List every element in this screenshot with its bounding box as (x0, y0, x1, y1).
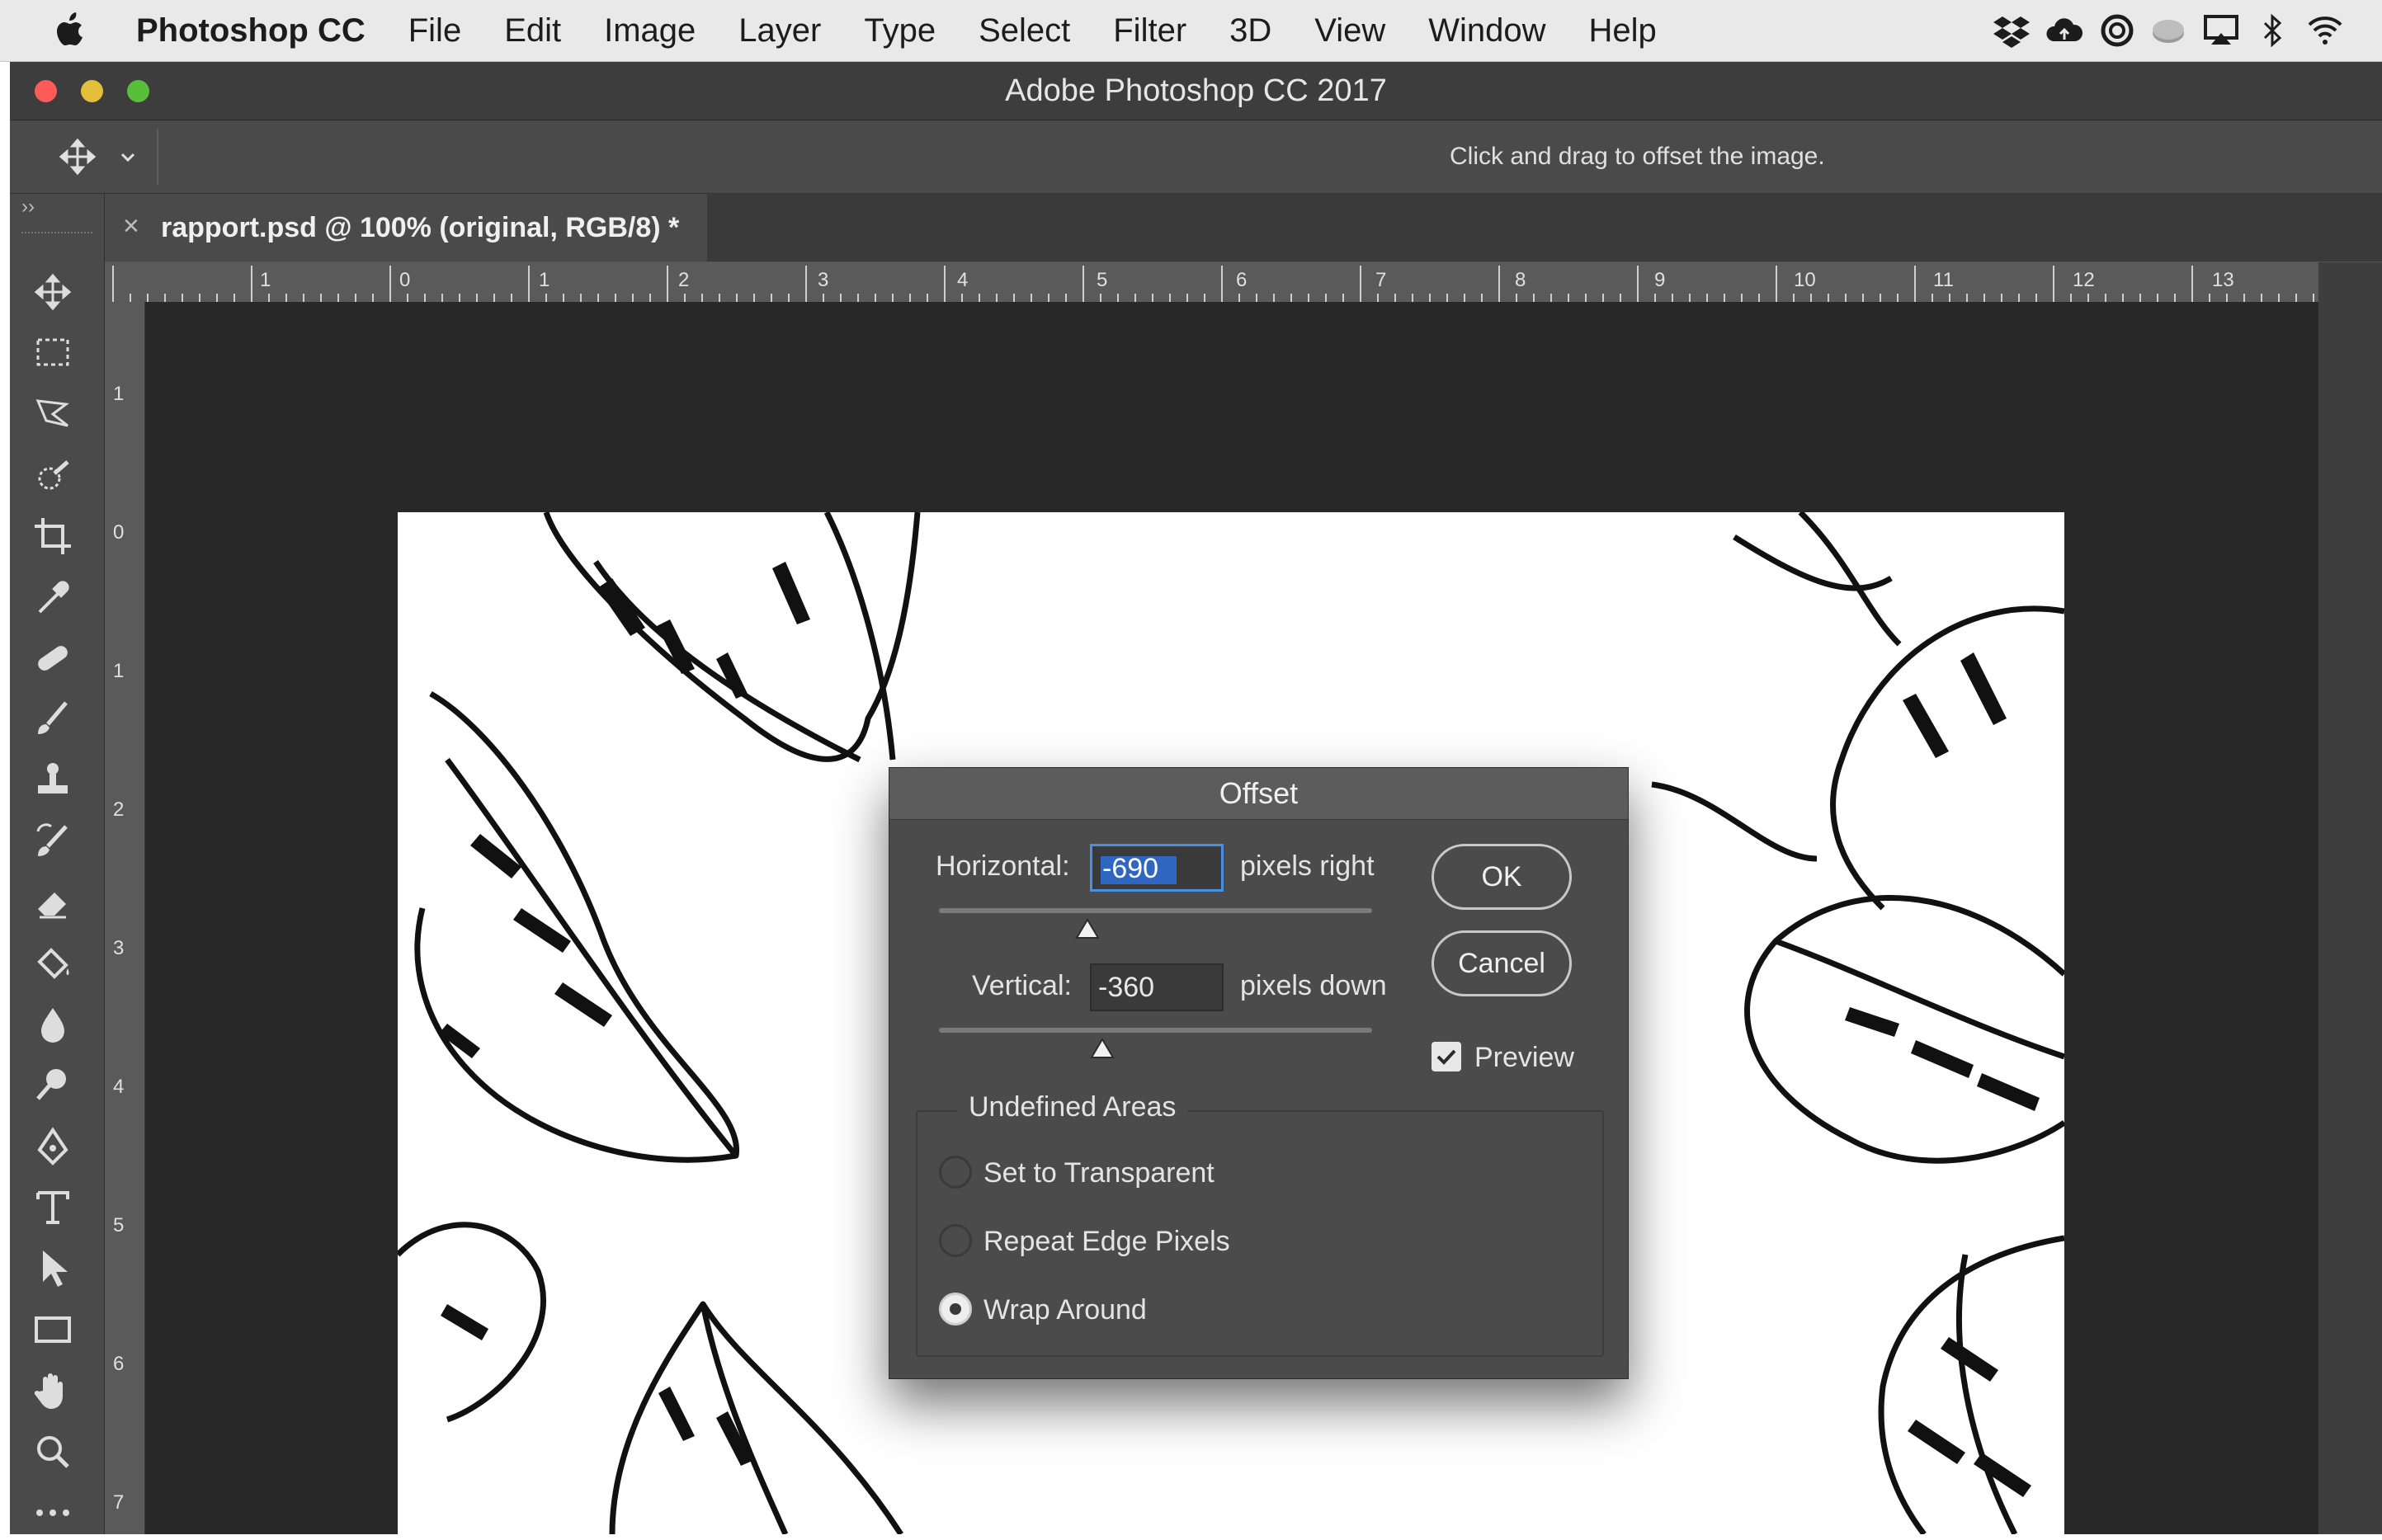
chevron-down-icon[interactable] (119, 148, 137, 167)
dialog-title: Offset (889, 768, 1628, 820)
vertical-field[interactable] (1090, 963, 1224, 1011)
ruler-label: 3 (113, 937, 125, 959)
ruler-label: 4 (113, 1076, 125, 1098)
dodge-tool-icon[interactable] (30, 1062, 76, 1109)
blur-tool-icon[interactable] (30, 1001, 76, 1048)
horizontal-unit: pixels right (1240, 850, 1375, 882)
horizontal-field[interactable]: -690 (1090, 844, 1224, 892)
undefined-areas-title: Undefined Areas (957, 1091, 1188, 1123)
radio-wrap-around[interactable] (939, 1293, 972, 1326)
sync-icon[interactable] (2098, 12, 2136, 49)
ruler-label: 7 (113, 1491, 125, 1514)
rectangle-tool-icon[interactable] (30, 1307, 76, 1353)
clone-stamp-tool-icon[interactable] (30, 757, 76, 803)
option-label[interactable]: Repeat Edge Pixels (983, 1226, 1230, 1258)
move-tool-icon[interactable] (58, 137, 97, 177)
vertical-slider-thumb[interactable] (1090, 1038, 1115, 1059)
ruler-label: 1 (113, 383, 125, 405)
ruler-ticks (112, 266, 2332, 302)
healing-brush-tool-icon[interactable] (30, 635, 76, 681)
menu-help[interactable]: Help (1589, 12, 1657, 49)
menu-file[interactable]: File (408, 12, 461, 49)
quick-selection-tool-icon[interactable] (30, 452, 76, 498)
path-selection-tool-icon[interactable] (30, 1246, 76, 1292)
brush-tool-icon[interactable] (30, 696, 76, 742)
horizontal-label: Horizontal: (936, 850, 1070, 882)
history-brush-tool-icon[interactable] (30, 818, 76, 864)
document-tab-bar: × rapport.psd @ 100% (original, RGB/8) * (105, 194, 2382, 261)
wifi-icon[interactable] (2306, 12, 2344, 49)
preview-label[interactable]: Preview (1474, 1042, 1574, 1074)
status-tray (1993, 0, 2382, 61)
marquee-tool-icon[interactable] (30, 330, 76, 376)
menu-view[interactable]: View (1314, 12, 1385, 49)
eraser-tool-icon[interactable] (30, 879, 76, 925)
cancel-button[interactable]: Cancel (1432, 930, 1572, 996)
horizontal-slider-thumb[interactable] (1075, 918, 1100, 940)
hand-tool-icon[interactable] (30, 1368, 76, 1414)
vertical-slider[interactable] (939, 1028, 1372, 1033)
move-tool-icon[interactable] (30, 269, 76, 315)
ruler-label: 2 (113, 798, 125, 821)
ok-button[interactable]: OK (1432, 844, 1572, 910)
horizontal-ruler[interactable]: 1 0 1 2 3 4 5 6 7 8 9 10 11 12 13 (105, 262, 2382, 303)
window-title: Adobe Photoshop CC 2017 (1005, 73, 1387, 108)
horizontal-value: -690 (1102, 853, 1159, 884)
menu-filter[interactable]: Filter (1113, 12, 1186, 49)
crop-tool-icon[interactable] (30, 513, 76, 559)
offset-dialog: Offset Horizontal: -690 pixels right Ver… (889, 767, 1629, 1379)
window-titlebar: Adobe Photoshop CC 2017 (10, 62, 2382, 120)
radio-set-to-transparent[interactable] (939, 1156, 972, 1189)
apple-icon[interactable] (51, 10, 92, 51)
collapse-panel-icon[interactable]: ›› (21, 195, 35, 219)
more-tools-icon[interactable] (30, 1490, 76, 1536)
menu-select[interactable]: Select (979, 12, 1070, 49)
menu-layer[interactable]: Layer (738, 12, 821, 49)
pen-tool-icon[interactable] (30, 1123, 76, 1170)
type-tool-icon[interactable] (30, 1184, 76, 1231)
close-window-button[interactable] (35, 80, 57, 102)
option-label[interactable]: Wrap Around (983, 1294, 1147, 1326)
document-tab-title: rapport.psd @ 100% (original, RGB/8) * (161, 212, 680, 243)
mac-menu-bar: Photoshop CC File Edit Image Layer Type … (0, 0, 2382, 62)
vertical-unit: pixels down (1240, 970, 1387, 1001)
ruler-label: 5 (113, 1214, 125, 1236)
ruler-label: 6 (113, 1353, 125, 1375)
bluetooth-icon[interactable] (2253, 12, 2291, 49)
app-name-menu[interactable]: Photoshop CC (136, 12, 366, 49)
drive-icon[interactable] (2149, 12, 2187, 49)
menu-type[interactable]: Type (864, 12, 936, 49)
airplay-icon[interactable] (2202, 12, 2240, 49)
dropbox-icon[interactable] (1993, 12, 2031, 49)
minimize-window-button[interactable] (81, 80, 103, 102)
menu-3d[interactable]: 3D (1229, 12, 1271, 49)
zoom-tool-icon[interactable] (30, 1429, 76, 1475)
tools-panel: ›› (10, 194, 105, 1534)
menu-image[interactable]: Image (604, 12, 696, 49)
options-bar: Click and drag to offset the image. (10, 120, 2382, 194)
panel-grip[interactable] (21, 232, 92, 238)
horizontal-slider[interactable] (939, 908, 1372, 913)
vertical-label: Vertical: (972, 970, 1072, 1001)
radio-repeat-edge-pixels[interactable] (939, 1224, 972, 1257)
vertical-ruler[interactable]: 1 0 1 2 3 4 5 6 7 (105, 302, 145, 1534)
ruler-label: 0 (113, 521, 125, 544)
preview-checkbox[interactable] (1432, 1042, 1461, 1071)
options-separator (157, 129, 158, 185)
option-label[interactable]: Set to Transparent (983, 1157, 1215, 1189)
eyedropper-tool-icon[interactable] (30, 574, 76, 620)
checkmark-icon (1436, 1049, 1456, 1065)
menu-window[interactable]: Window (1428, 12, 1545, 49)
options-hint-text: Click and drag to offset the image. (1450, 143, 1825, 170)
menu-edit[interactable]: Edit (504, 12, 561, 49)
document-tab[interactable]: × rapport.psd @ 100% (original, RGB/8) * (105, 194, 707, 261)
zoom-window-button[interactable] (127, 80, 149, 102)
right-panel-edge (2318, 262, 2382, 1534)
lasso-tool-icon[interactable] (30, 391, 76, 437)
vertical-input[interactable] (1092, 965, 1222, 1010)
paint-bucket-tool-icon[interactable] (30, 940, 76, 987)
close-tab-icon[interactable]: × (123, 210, 139, 243)
ruler-label: 1 (113, 660, 125, 682)
creative-cloud-icon[interactable] (2045, 12, 2083, 49)
